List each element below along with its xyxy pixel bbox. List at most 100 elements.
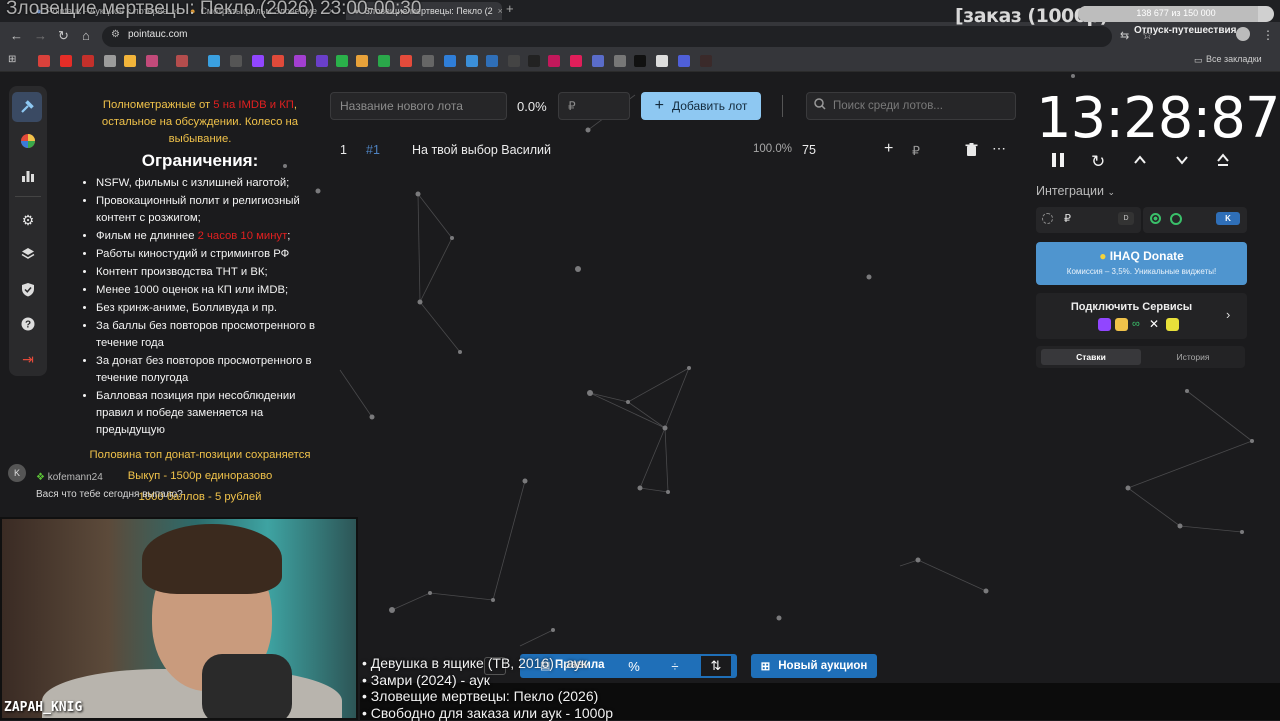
bookmark-icon[interactable] — [444, 55, 456, 67]
bookmark-icon[interactable] — [614, 55, 626, 67]
decrease-time-chevron-down-icon[interactable] — [1175, 152, 1189, 172]
rules-item: За донат без повторов просмотренного в т… — [96, 353, 324, 387]
new-tab-button[interactable]: + — [506, 1, 514, 16]
reload-icon[interactable]: ↻ — [58, 28, 69, 44]
integration-status-icon[interactable] — [1170, 213, 1182, 225]
bookmark-icon[interactable] — [656, 55, 668, 67]
home-icon[interactable]: ⌂ — [82, 28, 90, 43]
shield-icon[interactable] — [16, 277, 40, 301]
bookmark-icon[interactable] — [82, 55, 94, 67]
rules-item: За баллы без повторов просмотренного в т… — [96, 318, 324, 352]
chat-badge-icon: ❖ — [36, 472, 45, 483]
double-time-icon[interactable] — [1216, 152, 1230, 172]
bookmark-icon[interactable] — [176, 55, 188, 67]
integration-status-icon[interactable] — [1042, 213, 1053, 224]
new-lot-name-input[interactable]: Название нового лота — [330, 92, 507, 120]
statistics-icon[interactable] — [16, 164, 40, 188]
sidebar-divider — [15, 196, 41, 197]
lot-percent: 0.0% — [517, 99, 547, 114]
browser-menu-icon[interactable]: ⋮ — [1262, 28, 1274, 42]
bookmark-icon[interactable] — [466, 55, 478, 67]
film-list-item: • Замри (2024) - аук — [362, 672, 613, 689]
apps-grid-icon[interactable]: ⊞ — [8, 54, 16, 65]
bookmark-icon[interactable] — [528, 55, 540, 67]
site-info-icon[interactable]: ⚙ — [111, 29, 120, 40]
lot-name[interactable]: На твой выбор Василий — [412, 143, 551, 157]
bookmark-icon[interactable] — [336, 55, 348, 67]
address-bar[interactable] — [102, 26, 1112, 47]
bookmark-twitch-icon[interactable] — [252, 55, 264, 67]
add-lot-button[interactable]: + Добавить лот — [641, 92, 761, 120]
rules-footer: Выкуп - 1500р единоразово — [76, 468, 324, 485]
bookmark-icon[interactable] — [230, 55, 242, 67]
donation-goal-title: Отпуск-путешествия — [1134, 25, 1236, 36]
tab-history[interactable]: История — [1145, 349, 1241, 365]
bookmark-icon[interactable] — [400, 55, 412, 67]
connect-services-title: Подключить Сервисы — [1036, 301, 1247, 313]
chevron-right-icon[interactable]: › — [1226, 307, 1230, 322]
rules-heading: Ограничения: — [76, 152, 324, 169]
wheel-icon[interactable] — [16, 129, 40, 153]
translate-icon[interactable]: ⇆ — [1120, 29, 1129, 42]
profile-avatar[interactable] — [1236, 27, 1250, 41]
layers-icon[interactable] — [16, 242, 40, 266]
tab-close-icon[interactable]: × — [498, 6, 502, 16]
settings-gear-icon[interactable]: ⚙ — [16, 208, 40, 232]
bookmark-youtube-icon[interactable] — [60, 55, 72, 67]
bookmark-icon[interactable] — [592, 55, 604, 67]
percent-icon[interactable]: % — [618, 655, 650, 677]
add-bid-plus-icon[interactable]: + — [884, 140, 893, 158]
bookmark-icon[interactable] — [548, 55, 560, 67]
new-auction-button[interactable]: ⊞ Новый аукцион — [751, 654, 877, 678]
donationalerts-icon[interactable]: D — [1118, 212, 1134, 225]
bookmark-icon[interactable] — [422, 55, 434, 67]
bookmark-icon[interactable] — [570, 55, 582, 67]
bookmark-icon[interactable] — [378, 55, 390, 67]
bookmark-mail-icon[interactable] — [124, 55, 136, 67]
bookmark-icon[interactable] — [316, 55, 328, 67]
donatepay-icon — [1115, 318, 1128, 331]
connect-services-card[interactable] — [1036, 293, 1247, 339]
toolbar-divider — [782, 95, 783, 117]
integration-active-icon[interactable] — [1150, 213, 1161, 224]
back-arrow-icon[interactable]: ← — [10, 28, 23, 43]
bookmark-icon[interactable] — [634, 55, 646, 67]
increase-time-chevron-up-icon[interactable] — [1133, 152, 1147, 172]
webcam-person-hair — [142, 524, 282, 594]
bookmark-icon[interactable] — [208, 55, 220, 67]
divide-icon[interactable]: ÷ — [659, 655, 691, 677]
vk-icon[interactable]: K — [1216, 212, 1240, 225]
auction-timer: 13:28:87 — [1036, 86, 1280, 151]
integrations-dropdown[interactable]: Интеграции ⌄ — [1036, 184, 1115, 198]
pause-icon[interactable] — [1051, 152, 1065, 173]
lot-amount[interactable]: 75 — [802, 143, 816, 157]
lot-search-input[interactable]: Поиск среди лотов... — [806, 92, 1016, 120]
rules-item: Без кринж-аниме, Болливуда и пр. — [96, 300, 324, 317]
lot-amount-input[interactable]: ₽ — [558, 92, 630, 120]
rules-item: Работы киностудий и стримингов РФ — [96, 246, 324, 263]
bookmark-icon[interactable] — [294, 55, 306, 67]
bookmark-icon[interactable] — [104, 55, 116, 67]
ukraine-heart-icon: ● — [1099, 249, 1106, 263]
help-icon[interactable]: ? — [16, 312, 40, 336]
film-list: • Девушка в ящике (ТВ, 2016) - аук • Зам… — [362, 655, 613, 721]
bookmark-icon[interactable] — [508, 55, 520, 67]
tab-bets[interactable]: Ставки — [1041, 349, 1141, 365]
url-text[interactable]: pointauc.com — [128, 29, 187, 40]
bookmark-vk-icon[interactable] — [486, 55, 498, 67]
all-bookmarks-link[interactable]: Все закладки — [1206, 54, 1262, 64]
delete-lot-trash-icon[interactable] — [965, 143, 978, 160]
bookmark-icon[interactable] — [700, 55, 712, 67]
sort-icon[interactable]: ⇅ — [700, 655, 732, 677]
reset-timer-icon[interactable]: ↻ — [1091, 152, 1105, 172]
more-options-icon[interactable]: ⋯ — [992, 140, 1006, 157]
bookmark-icon[interactable] — [146, 55, 158, 67]
bookmark-icon[interactable] — [272, 55, 284, 67]
bookmark-icon[interactable] — [356, 55, 368, 67]
rules-item: NSFW, фильмы с излишней наготой; — [96, 175, 324, 192]
auction-hammer-icon[interactable] — [12, 92, 42, 122]
forward-arrow-icon[interactable]: → — [34, 28, 47, 43]
bookmark-icon[interactable] — [678, 55, 690, 67]
logout-icon[interactable]: ⇥ — [16, 347, 40, 371]
bookmark-icon[interactable] — [38, 55, 50, 67]
